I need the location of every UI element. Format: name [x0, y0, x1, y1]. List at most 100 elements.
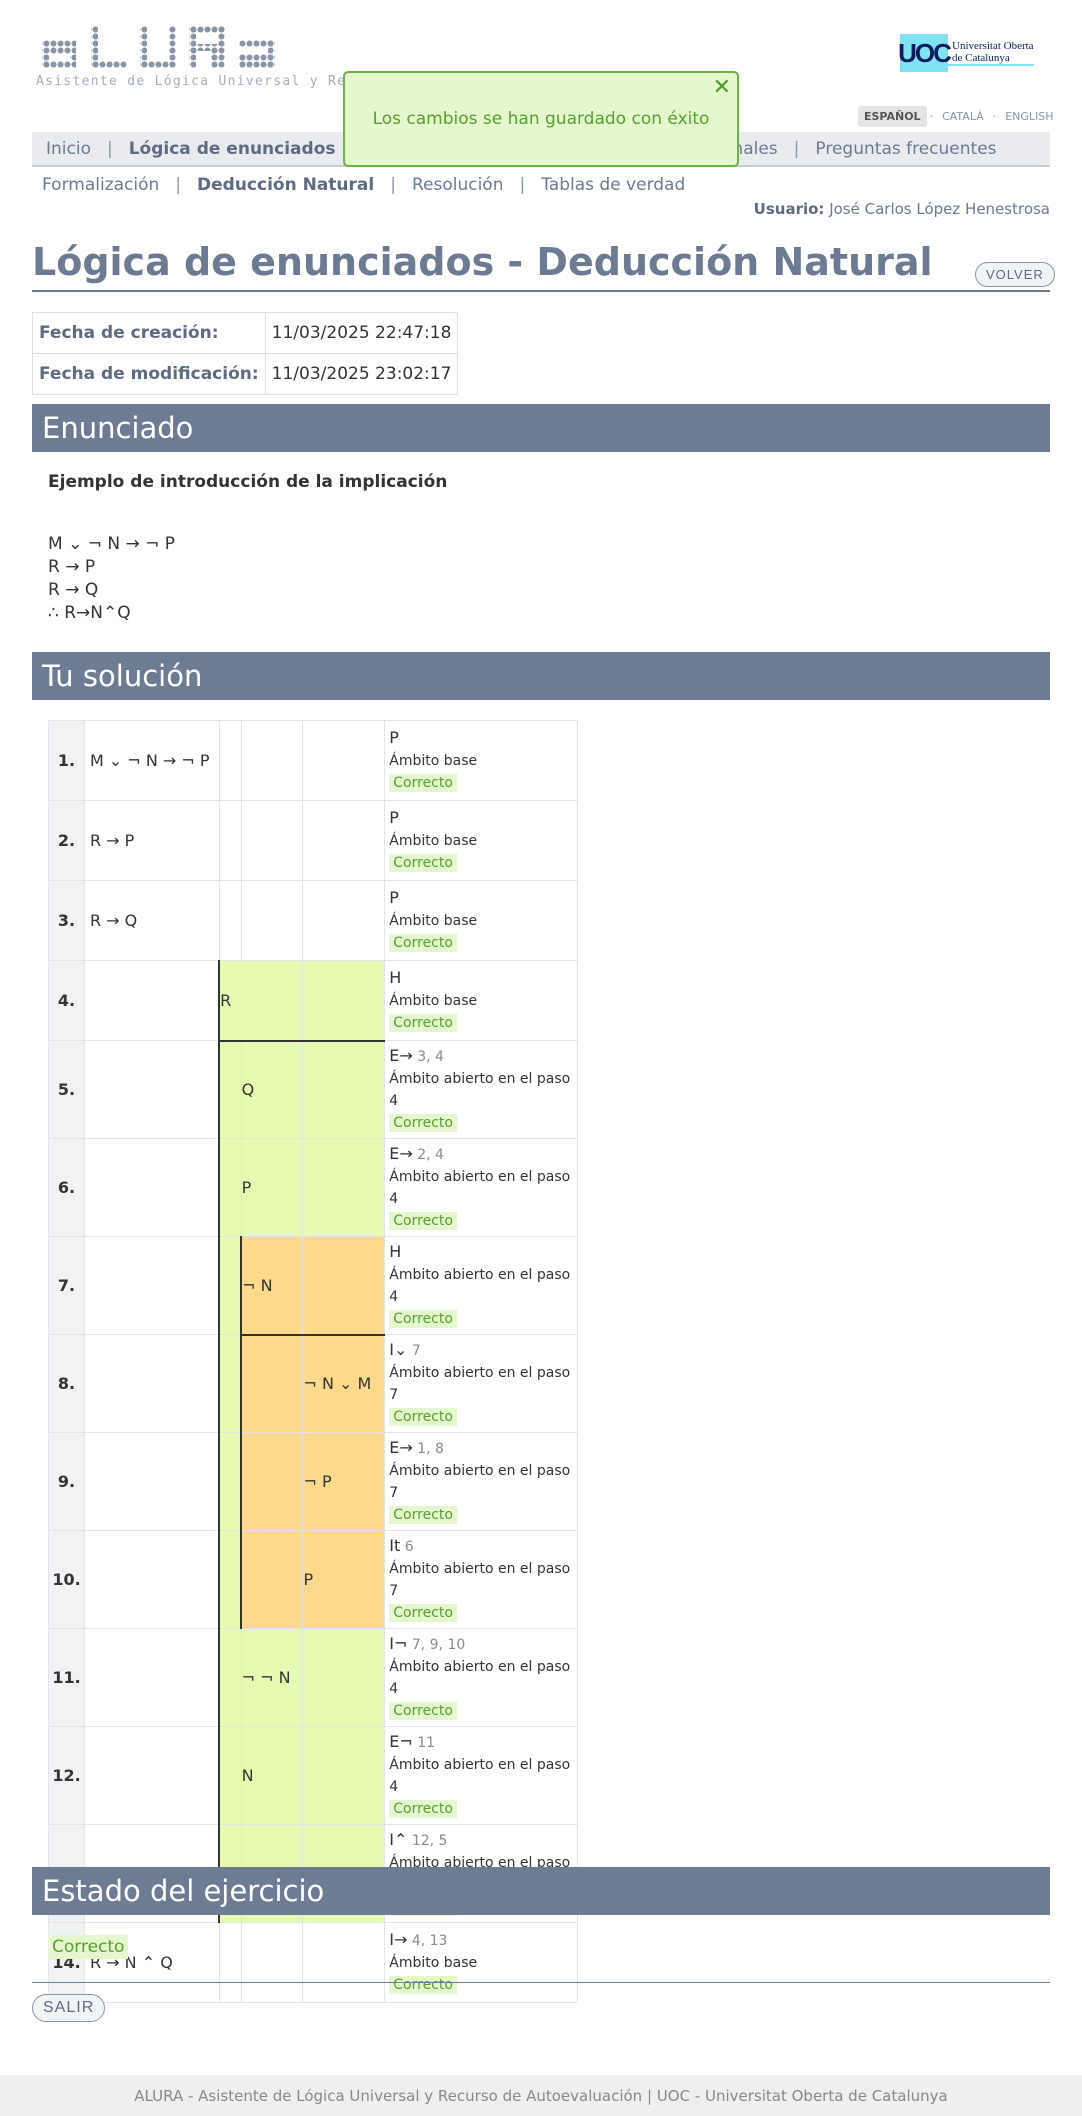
step-rule: I⌃ [389, 1830, 408, 1849]
step-refs: 7 [411, 1343, 421, 1359]
title-divider [32, 290, 1050, 292]
proof-step-row: 7. ¬ N H Ámbito abierto en el paso 4 Correc… [48, 1236, 578, 1336]
scope-cell [218, 1530, 242, 1629]
step-justification: I⌄ 7 Ámbito abierto en el paso 7 Correcto [384, 1334, 578, 1433]
proof-step-row: 9. ¬ P E→ 1, 8 Ámbito abierto en el paso 7 C… [48, 1432, 578, 1531]
step-formula-base [83, 1138, 220, 1237]
step-justification: P Ámbito base Correcto [384, 720, 578, 801]
scope-cell [302, 1138, 386, 1237]
subnav-deduccion[interactable]: Deducción Natural [197, 175, 374, 195]
user-label: Usuario: [753, 200, 825, 218]
scope-cell [218, 1922, 242, 2003]
step-status-badge: Correcto [389, 1212, 457, 1230]
step-rule: I¬ [389, 1634, 408, 1653]
uoc-name: Universitat Oberta de Catalunya [948, 40, 1034, 66]
exercise-status-badge: Correcto [48, 1935, 129, 1959]
step-scope: Ámbito abierto en el paso 4 [389, 1659, 571, 1697]
metadata-table: Fecha de creación: 11/03/2025 22:47:18 F… [32, 312, 459, 395]
step-justification: It 6 Ámbito abierto en el paso 7 Correcto [384, 1530, 578, 1629]
step-justification: E→ 1, 8 Ámbito abierto en el paso 7 Correc… [384, 1432, 578, 1531]
premise: R → Q [48, 580, 99, 600]
premise: M ⌄ ¬ N → ¬ P [48, 534, 176, 554]
subnav-resolucion[interactable]: Resolución [412, 175, 504, 195]
scope-cell [302, 800, 386, 881]
step-formula-scope1 [240, 1432, 304, 1531]
step-refs: 6 [404, 1539, 414, 1555]
scope-cell [218, 800, 242, 881]
step-status-badge: Correcto [389, 774, 457, 792]
modified-label: Fecha de modificación: [32, 353, 266, 395]
lang-es[interactable]: ESPAÑOL [858, 105, 927, 127]
step-justification: I¬ 7, 9, 10 Ámbito abierto en el paso 4 Co… [384, 1628, 578, 1727]
lang-en[interactable]: ENGLISH [999, 106, 1059, 127]
exit-button[interactable]: SALIR [32, 1994, 106, 2022]
step-refs: 3, 4 [417, 1049, 444, 1065]
step-scope: Ámbito abierto en el paso 7 [389, 1561, 571, 1599]
nav-inicio[interactable]: Inicio [42, 139, 95, 159]
success-toast: Los cambios se han guardado con éxito ✕ [343, 71, 739, 167]
step-number: 8. [48, 1334, 85, 1433]
step-justification: P Ámbito base Correcto [384, 800, 578, 881]
step-scope: Ámbito abierto en el paso 4 [389, 1169, 571, 1207]
step-status-badge: Correcto [389, 1976, 457, 1994]
sub-nav: Formalización | Deducción Natural | Reso… [32, 171, 685, 199]
proof-step-row: 8. ¬ N ⌄ M I⌄ 7 Ámbito abierto en el paso 7… [48, 1334, 578, 1433]
step-number: 11. [48, 1628, 85, 1727]
created-value: 11/03/2025 22:47:18 [264, 312, 459, 354]
scope-cell [218, 1432, 242, 1531]
step-refs: 4, 13 [411, 1933, 448, 1949]
close-icon[interactable]: ✕ [713, 75, 731, 100]
step-formula-scope1 [240, 1530, 304, 1629]
step-scope: Ámbito abierto en el paso 7 [389, 1365, 571, 1403]
step-number: 12. [48, 1726, 85, 1825]
step-formula-scope1 [240, 1334, 304, 1433]
nav-separator: | [106, 138, 113, 159]
scope-cell [218, 1334, 242, 1433]
step-rule: H [389, 968, 402, 987]
back-button[interactable]: VOLVER [975, 262, 1055, 287]
step-formula-scope2: P [302, 1530, 386, 1629]
step-number: 3. [48, 880, 85, 961]
step-rule: E→ [389, 1046, 413, 1065]
scope-cell [302, 720, 386, 801]
scope-cell [302, 1628, 386, 1727]
uoc-logo[interactable]: UOC Universitat Oberta de Catalunya [898, 34, 1050, 72]
alura-logo[interactable] [36, 26, 311, 74]
step-status-badge: Correcto [389, 1604, 457, 1622]
step-refs: 1, 8 [417, 1441, 444, 1457]
step-formula-base [83, 1726, 220, 1825]
step-formula-base [83, 1628, 220, 1727]
step-formula-base [83, 1432, 220, 1531]
proof-step-row: 1. M ⌄ ¬ N → ¬ P P Ámbito base Correcto [48, 720, 578, 801]
language-switcher: ESPAÑOL · CATALÀ · ENGLISH [858, 104, 1060, 128]
step-justification: I→ 4, 13 Ámbito base Correcto [384, 1922, 578, 2003]
step-justification: H Ámbito abierto en el paso 4 Correcto [384, 1236, 578, 1335]
step-formula-base [83, 1530, 220, 1629]
lang-separator: · [992, 109, 997, 123]
step-rule: It [389, 1536, 401, 1555]
step-formula-base: R → Q [83, 880, 220, 961]
uoc-mark: UOC [898, 34, 952, 72]
step-number: 10. [48, 1530, 85, 1629]
step-justification: P Ámbito base Correcto [384, 880, 578, 961]
step-rule: E¬ [389, 1732, 413, 1751]
uoc-line-1: Universitat Oberta [952, 40, 1034, 52]
step-status-badge: Correcto [389, 1310, 457, 1328]
modified-value: 11/03/2025 23:02:17 [264, 353, 459, 395]
subnav-tablas[interactable]: Tablas de verdad [541, 175, 685, 195]
step-justification: E→ 3, 4 Ámbito abierto en el paso 4 Correc… [384, 1040, 578, 1139]
section-enunciado: Enunciado [32, 404, 1050, 452]
logo-subtitle: Asistente de Lógica Universal y Recur [36, 74, 374, 89]
step-refs: 12, 5 [411, 1833, 448, 1849]
subnav-formalizacion[interactable]: Formalización [42, 175, 159, 195]
step-formula-base [83, 1040, 220, 1139]
nav-logica-enunciados[interactable]: Lógica de enunciados [125, 139, 340, 159]
scope-cell [218, 1138, 242, 1237]
nav-separator: | [793, 138, 800, 159]
step-number: 4. [48, 960, 85, 1041]
scope-cell [218, 880, 242, 961]
nav-preguntas[interactable]: Preguntas frecuentes [811, 139, 1000, 159]
step-status-badge: Correcto [389, 1702, 457, 1720]
lang-ca[interactable]: CATALÀ [936, 106, 990, 127]
step-number: 2. [48, 800, 85, 881]
